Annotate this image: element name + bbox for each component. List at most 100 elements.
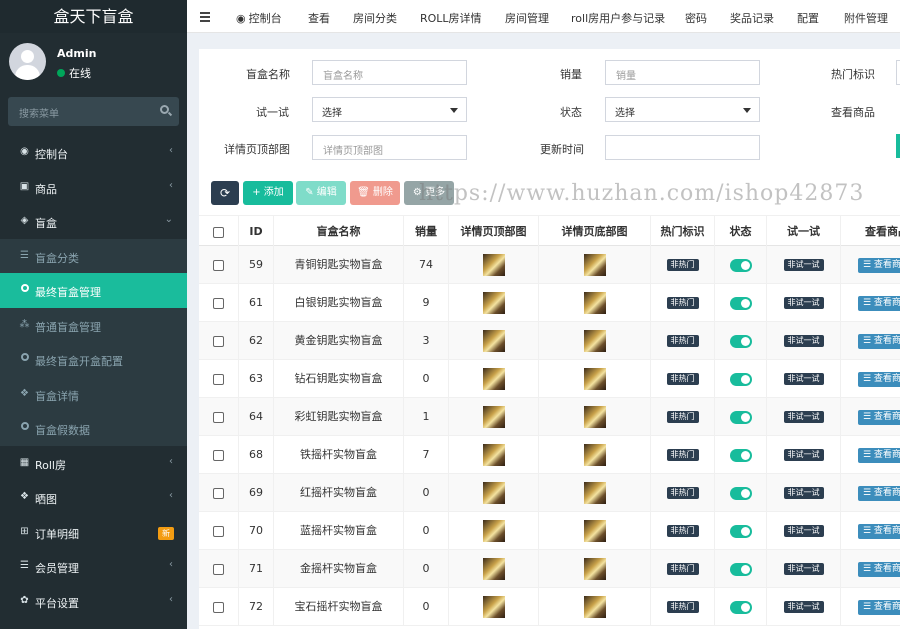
detail-top-thumbnail[interactable] [482,406,505,428]
row-checkbox[interactable] [213,563,224,575]
select-all-checkbox[interactable] [213,226,224,238]
view-goods-button[interactable]: ☰ 查看商品 [858,371,900,387]
row-checkbox[interactable] [213,373,224,385]
row-select[interactable] [199,550,239,588]
view-goods-button[interactable]: ☰ 查看商品 [858,333,900,349]
sidebar-item-1[interactable]: ▣ 商品 ‹ [0,170,187,205]
trial-badge[interactable]: 非试一试 [783,411,824,423]
detail-top-thumbnail[interactable] [482,368,505,390]
topnav-item-1[interactable]: 查看 [308,10,330,26]
hot-badge[interactable]: 非热门 [666,411,699,423]
status-toggle[interactable] [729,562,752,576]
hot-badge[interactable]: 非热门 [666,335,699,347]
row-select[interactable] [199,284,239,322]
row-select[interactable] [199,436,239,474]
filter-hot-select[interactable] [896,60,900,85]
col-hot[interactable]: 热门标识 [651,216,715,247]
col-detail-bottom[interactable]: 详情页底部图 [539,216,651,247]
detail-top-thumbnail[interactable] [482,292,505,314]
table-row[interactable]: 68铁摇杆实物盲盒7 非热门 非试一试 ☰ 查看商品 [199,436,900,474]
detail-top-thumbnail[interactable] [482,520,505,542]
sidebar-item-10[interactable]: ❖ 晒图 ‹ [0,480,187,515]
submit-button[interactable] [896,134,900,158]
refresh-button[interactable]: ⟳ [211,181,239,205]
status-toggle[interactable] [729,410,752,424]
filter-status-select[interactable]: 选择 [605,97,760,122]
detail-top-thumbnail[interactable] [482,482,505,504]
sidebar-item-8[interactable]: 盲盒假数据 [0,411,187,446]
topnav-item-6[interactable]: 密码 [685,10,707,26]
filter-name-input[interactable]: 盲盒名称 [312,60,467,85]
sidebar-item-13[interactable]: ✿ 平台设置 ‹ [0,584,187,619]
detail-top-thumbnail[interactable] [482,444,505,466]
topnav-item-7[interactable]: 奖品记录 [730,10,774,26]
view-goods-button[interactable]: ☰ 查看商品 [858,523,900,539]
sidebar-item-11[interactable]: ⊞ 订单明细 新 [0,515,187,550]
topnav-item-4[interactable]: 房间管理 [505,10,549,26]
table-row[interactable]: 59青铜钥匙实物盲盒74 非热门 非试一试 ☰ 查看商品 [199,246,900,284]
view-goods-button[interactable]: ☰ 查看商品 [858,409,900,425]
table-row[interactable]: 62黄金钥匙实物盲盒3 非热门 非试一试 ☰ 查看商品 [199,322,900,360]
sidebar-search-input[interactable]: 搜索菜单 [19,105,59,120]
detail-bottom-thumbnail[interactable] [583,444,606,466]
hot-badge[interactable]: 非热门 [666,487,699,499]
sidebar-item-4[interactable]: 最终盲盒管理 [0,273,187,308]
view-goods-button[interactable]: ☰ 查看商品 [858,561,900,577]
hot-badge[interactable]: 非热门 [666,297,699,309]
detail-bottom-thumbnail[interactable] [583,292,606,314]
view-goods-button[interactable]: ☰ 查看商品 [858,257,900,273]
row-select[interactable] [199,360,239,398]
view-goods-button[interactable]: ☰ 查看商品 [858,447,900,463]
delete-button[interactable]: 🗑 删除 [350,181,400,205]
col-trial[interactable]: 试一试 [767,216,841,247]
row-checkbox[interactable] [213,297,224,309]
sidebar-item-7[interactable]: ❖ 盲盒详情 [0,376,187,411]
status-toggle[interactable] [729,296,752,310]
row-checkbox[interactable] [213,449,224,461]
col-view[interactable]: 查看商品 [841,216,900,247]
menu-toggle-icon[interactable] [200,12,210,24]
table-row[interactable]: 64彩虹钥匙实物盲盒1 非热门 非试一试 ☰ 查看商品 [199,398,900,436]
filter-trial-select[interactable]: 选择 [312,97,467,122]
col-status[interactable]: 状态 [715,216,767,247]
row-checkbox[interactable] [213,601,224,613]
row-select[interactable] [199,474,239,512]
topnav-item-5[interactable]: roll房用户参与记录 [571,10,665,26]
sidebar-item-2[interactable]: ◈ 盲盒 ⌄ [0,204,187,239]
topnav-item-9[interactable]: 附件管理 [844,10,888,26]
row-checkbox[interactable] [213,525,224,537]
status-toggle[interactable] [729,524,752,538]
detail-bottom-thumbnail[interactable] [583,558,606,580]
topnav-item-3[interactable]: ROLL房详情 [420,10,482,26]
trial-badge[interactable]: 非试一试 [783,259,824,271]
hot-badge[interactable]: 非热门 [666,601,699,613]
hot-badge[interactable]: 非热门 [666,373,699,385]
status-toggle[interactable] [729,258,752,272]
trial-badge[interactable]: 非试一试 [783,373,824,385]
col-sales[interactable]: 销量 [404,216,449,247]
table-row[interactable]: 70蓝摇杆实物盲盒0 非热门 非试一试 ☰ 查看商品 [199,512,900,550]
detail-bottom-thumbnail[interactable] [583,368,606,390]
detail-bottom-thumbnail[interactable] [583,482,606,504]
hot-badge[interactable]: 非热门 [666,563,699,575]
table-row[interactable]: 63钻石钥匙实物盲盒0 非热门 非试一试 ☰ 查看商品 [199,360,900,398]
trial-badge[interactable]: 非试一试 [783,487,824,499]
table-row[interactable]: 61白银钥匙实物盲盒9 非热门 非试一试 ☰ 查看商品 [199,284,900,322]
sidebar-item-9[interactable]: ▦ Roll房 ‹ [0,446,187,481]
detail-bottom-thumbnail[interactable] [583,596,606,618]
app-logo[interactable]: 盒天下盲盒 [0,0,187,33]
status-toggle[interactable] [729,486,752,500]
row-select[interactable] [199,398,239,436]
filter-detail-top-input[interactable]: 详情页顶部图 [312,135,467,160]
trial-badge[interactable]: 非试一试 [783,449,824,461]
table-row[interactable]: 69红摇杆实物盲盒0 非热门 非试一试 ☰ 查看商品 [199,474,900,512]
trial-badge[interactable]: 非试一试 [783,335,824,347]
status-toggle[interactable] [729,600,752,614]
search-icon[interactable] [160,105,169,114]
filter-update-input[interactable] [605,135,760,160]
detail-top-thumbnail[interactable] [482,330,505,352]
row-checkbox[interactable] [213,487,224,499]
sidebar-item-6[interactable]: 最终盲盒开盒配置 [0,342,187,377]
sidebar-item-3[interactable]: ☰ 盲盒分类 [0,238,187,273]
hot-badge[interactable]: 非热门 [666,525,699,537]
